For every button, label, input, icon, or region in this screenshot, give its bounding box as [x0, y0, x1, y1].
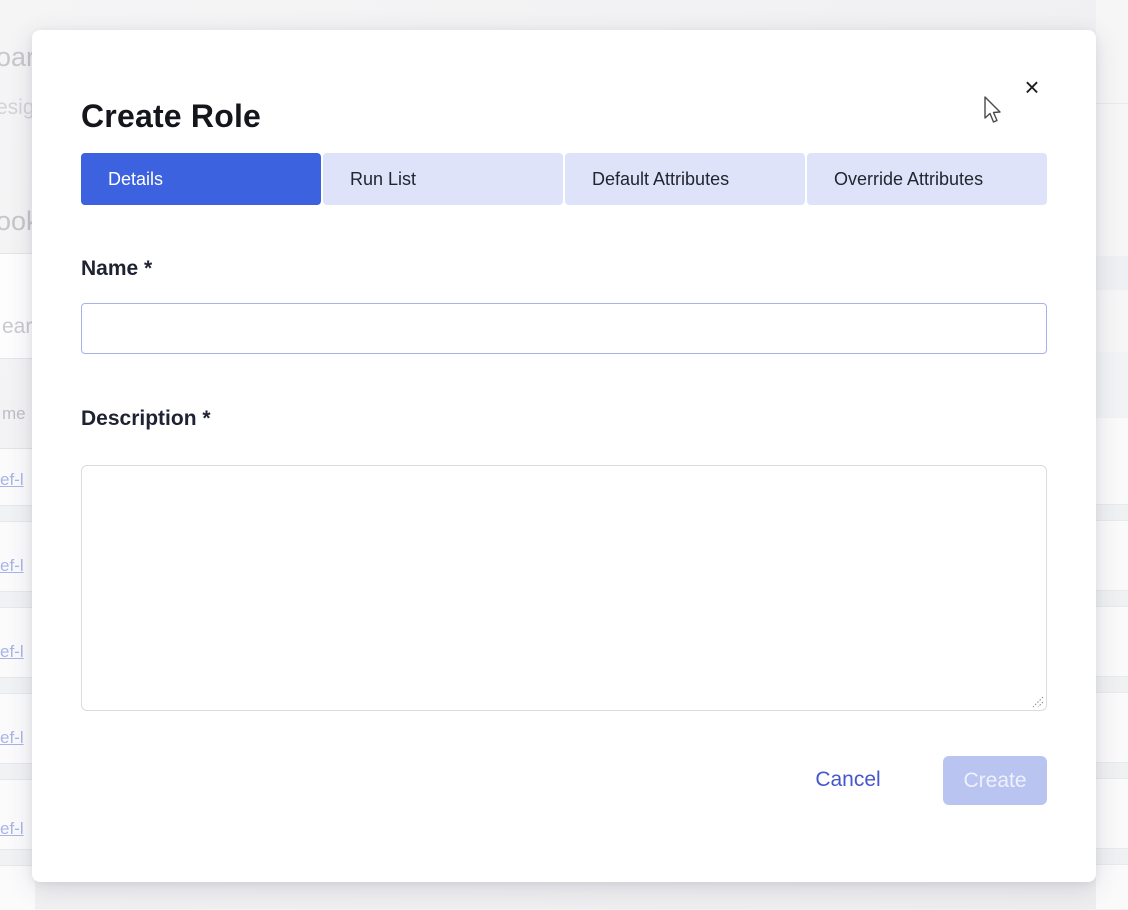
bg-right-strip: [1096, 0, 1128, 909]
bg-row-divider: [1096, 848, 1128, 865]
close-icon[interactable]: ×: [1015, 70, 1049, 104]
bg-band: [1096, 352, 1128, 418]
bg-band: [1096, 256, 1128, 290]
bg-table-rows: [1096, 418, 1128, 909]
bg-role-link: ef-l: [0, 470, 24, 489]
bg-role-link: ef-l: [0, 642, 24, 661]
bg-row-divider: [0, 505, 35, 522]
create-button[interactable]: Create: [943, 756, 1047, 805]
tab-run-list[interactable]: Run List: [323, 153, 563, 205]
bg-row-divider: [1096, 762, 1128, 779]
tab-details[interactable]: Details: [81, 153, 321, 205]
modal-title: Create Role: [81, 98, 262, 134]
bg-role-link: ef-l: [0, 556, 24, 575]
bg-row-divider: [0, 677, 35, 694]
bg-table-rows: [0, 448, 35, 910]
description-label: Description *: [81, 407, 211, 430]
create-role-modal: Create Role × Details Run List Default A…: [32, 30, 1096, 882]
cancel-button[interactable]: Cancel: [793, 764, 903, 796]
tab-default-attributes[interactable]: Default Attributes: [565, 153, 805, 205]
description-textarea[interactable]: [81, 465, 1047, 711]
description-field: [81, 465, 1047, 711]
bg-row-divider: [0, 591, 35, 608]
bg-role-link: ef-l: [0, 819, 24, 838]
bg-row-divider: [1096, 504, 1128, 521]
name-label: Name *: [81, 257, 153, 280]
tab-bar: Details Run List Default Attributes Over…: [81, 153, 1047, 205]
bg-column-header-fragment: me: [2, 404, 26, 423]
tab-override-attributes[interactable]: Override Attributes: [807, 153, 1047, 205]
bg-role-link: ef-l: [0, 728, 24, 747]
name-input[interactable]: [81, 303, 1047, 354]
bg-row-divider: [1096, 676, 1128, 693]
bg-row-divider: [0, 849, 35, 866]
bg-text-fragment: esig: [0, 96, 35, 119]
bg-divider: [1096, 103, 1128, 104]
bg-row-divider: [1096, 590, 1128, 607]
bg-row-divider: [0, 763, 35, 780]
